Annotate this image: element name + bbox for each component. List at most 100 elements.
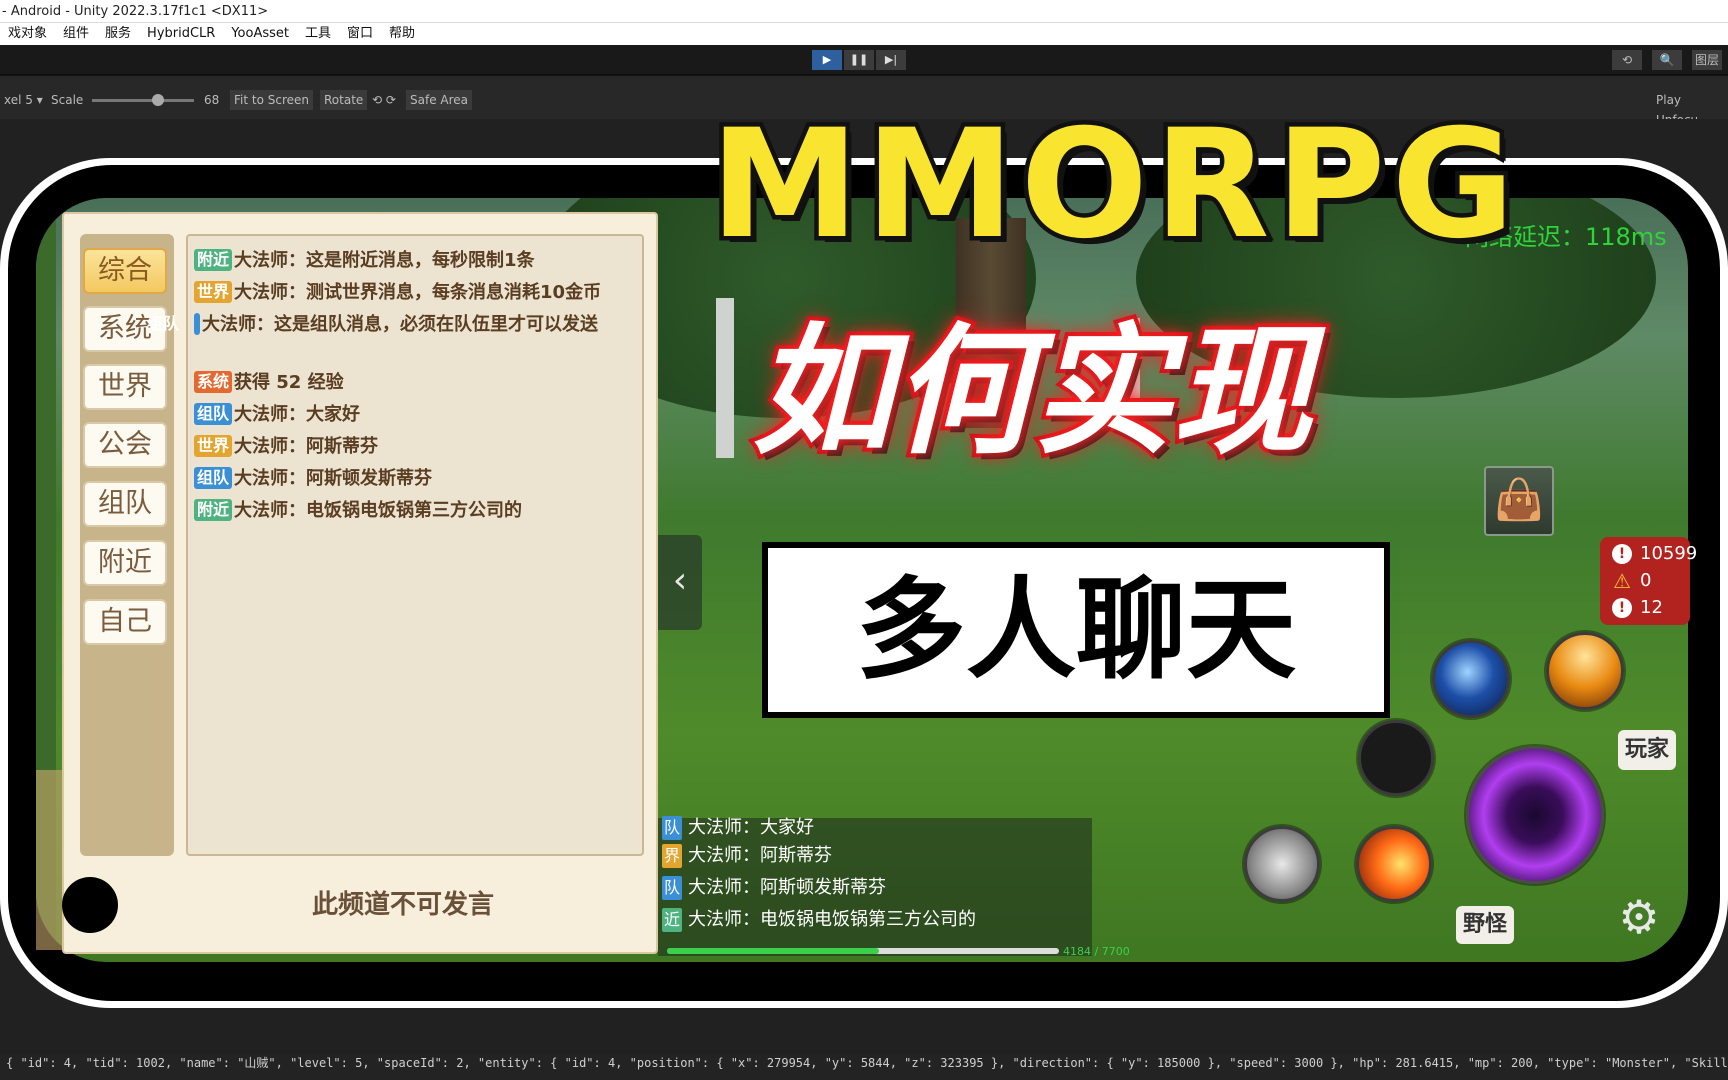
exception-count: 12 — [1640, 597, 1663, 618]
play-icon[interactable]: ▶ — [812, 50, 842, 70]
pause-icon[interactable]: ❚❚ — [844, 50, 874, 70]
message-text: 大法师：阿斯顿发斯蒂芬 — [234, 468, 433, 489]
channel-tab-self[interactable]: 自己 — [83, 599, 167, 645]
target-monster-button[interactable]: 野怪 — [1456, 906, 1514, 944]
chat-message: 附近 大法师：这是附近消息，每秒限制1条 — [194, 248, 634, 274]
device-dropdown[interactable]: xel 5 ▾ — [0, 90, 47, 110]
backpack-icon[interactable]: 👜 — [1484, 466, 1554, 536]
channel-tab-world[interactable]: 世界 — [83, 364, 167, 410]
rotate-button[interactable]: Rotate — [320, 90, 368, 110]
error-count: 10599 — [1640, 543, 1698, 564]
message-text: 大法师：这是附近消息，每秒限制1条 — [234, 250, 535, 271]
warning-count: 0 — [1640, 570, 1652, 591]
chat-message: 组队 大法师：阿斯顿发斯蒂芬 — [194, 466, 634, 492]
skill-glove-icon[interactable] — [1244, 826, 1320, 902]
mini-chat-line: 队大法师：大家好 — [662, 816, 814, 840]
warning-icon: ⚠ — [1613, 569, 1631, 593]
mini-tag-world: 界 — [662, 844, 683, 868]
chat-collapse-button[interactable]: ‹ — [658, 535, 702, 630]
mini-tag-team: 队 — [662, 876, 683, 900]
error-count-row: ! 10599 — [1612, 541, 1697, 567]
joystick-dot[interactable] — [62, 877, 118, 933]
warning-count-row: ⚠ 0 — [1612, 568, 1651, 594]
message-text: 大法师：电饭锅电饭锅第三方公司的 — [234, 500, 523, 521]
overlay-mmorpg-title: MMORPG — [706, 98, 1521, 272]
target-player-button[interactable]: 玩家 — [1618, 730, 1676, 770]
channel-tag-team: 组队 — [194, 467, 233, 489]
play-unfocused-toggle[interactable]: Play Unfocu — [1652, 90, 1728, 127]
play-controls: ▶ ❚❚ ▶| — [812, 50, 906, 70]
history-icon[interactable]: ⟲ — [1612, 50, 1642, 70]
search-icon[interactable]: 🔍 — [1652, 50, 1682, 70]
message-text: 大法师：测试世界消息，每条消息消耗10金币 — [234, 282, 602, 303]
unity-editor-window: - Android - Unity 2022.3.17f1c1 <DX11> 戏… — [0, 0, 1728, 1080]
mini-tag-team: 队 — [662, 816, 683, 840]
chat-panel: 综合 系统 世界 公会 组队 附近 自己 附近 大法师：这是附近消息，每秒限制1条… — [62, 212, 658, 954]
channel-tag-nearby: 附近 — [194, 499, 233, 521]
scale-label: Scale — [51, 93, 84, 107]
main-toolbar: ▶ ❚❚ ▶| ⟲ 🔍 图层 — [0, 45, 1728, 75]
scale-slider-thumb[interactable] — [152, 94, 164, 106]
channel-tab-team[interactable]: 组队 — [83, 481, 167, 527]
chat-message: 世界 大法师：测试世界消息，每条消息消耗10金币 — [194, 280, 634, 306]
xp-bar — [667, 948, 1059, 954]
birch-trunk — [716, 298, 734, 458]
menu-bar: 戏对象 组件 服务 HybridCLR YooAsset 工具 窗口 帮助 — [0, 23, 1728, 45]
no-speak-notice: 此频道不可发言 — [312, 890, 495, 920]
exception-icon: ! — [1612, 598, 1632, 618]
error-icon: ! — [1612, 544, 1632, 564]
channel-tag-team: 组队 — [194, 403, 233, 425]
menu-help[interactable]: 帮助 — [381, 23, 423, 45]
skill-light-icon[interactable] — [1546, 632, 1624, 710]
mini-tag-nearby: 近 — [662, 908, 683, 932]
overlay-chat-box: 多人聊天 — [762, 542, 1390, 718]
error-counter-panel[interactable]: ! 10599 ⚠ 0 ! 12 — [1600, 537, 1697, 625]
message-text: 大法师：阿斯蒂芬 — [234, 436, 379, 457]
channel-tab-nearby[interactable]: 附近 — [83, 540, 167, 586]
skill-empty-slot[interactable] — [1358, 720, 1434, 796]
console-status-line[interactable]: { "id": 4, "tid": 1002, "name": "山贼", "l… — [0, 1055, 1728, 1080]
channel-tag-system: 系统 — [194, 371, 233, 393]
channel-tab-guild[interactable]: 公会 — [83, 422, 167, 468]
safe-area-button[interactable]: Safe Area — [406, 90, 473, 110]
mini-chat-line: 队大法师：阿斯顿发斯蒂芬 — [662, 876, 886, 900]
mini-text: 大法师：阿斯蒂芬 — [688, 845, 833, 866]
attack-button-icon[interactable] — [1466, 746, 1604, 884]
rotate-icon[interactable]: ⟲ ⟳ — [368, 90, 400, 110]
mini-text: 大法师：阿斯顿发斯蒂芬 — [688, 877, 887, 898]
mini-chat-line: 界大法师：阿斯蒂芬 — [662, 844, 832, 868]
message-text: 获得 52 经验 — [234, 372, 344, 393]
scale-slider-track[interactable] — [92, 99, 194, 102]
mini-text: 大法师：电饭锅电饭锅第三方公司的 — [688, 909, 977, 930]
mini-chat[interactable]: 队大法师：大家好 界大法师：阿斯蒂芬 队大法师：阿斯顿发斯蒂芬 近大法师：电饭锅… — [658, 816, 1092, 956]
xp-text: 4184 / 7700 — [1063, 945, 1130, 958]
menu-component[interactable]: 组件 — [55, 23, 97, 45]
toolbar-right: ⟲ 🔍 图层 — [1612, 50, 1722, 70]
overlay-howto-title: 如何实现 — [748, 311, 1316, 474]
step-icon[interactable]: ▶| — [876, 50, 906, 70]
channel-tag-team: 组队 — [147, 313, 200, 335]
chat-message: 世界 大法师：阿斯蒂芬 — [194, 434, 634, 460]
fit-to-screen-button[interactable]: Fit to Screen — [230, 90, 313, 110]
channel-tab-all[interactable]: 综合 — [83, 248, 167, 294]
menu-gameobject[interactable]: 戏对象 — [0, 23, 55, 45]
menu-window[interactable]: 窗口 — [339, 23, 381, 45]
gear-icon[interactable]: ⚙ — [1616, 894, 1662, 940]
menu-yooasset[interactable]: YooAsset — [223, 23, 297, 45]
menu-hybridclr[interactable]: HybridCLR — [139, 23, 223, 45]
chat-message: 附近 大法师：电饭锅电饭锅第三方公司的 — [194, 498, 634, 524]
layers-dropdown[interactable]: 图层 — [1692, 50, 1722, 70]
channel-tag-world: 世界 — [194, 435, 233, 457]
overlay-chat-title: 多人聊天 — [856, 566, 1296, 694]
skill-ice-icon[interactable] — [1432, 640, 1510, 718]
mini-chat-line: 近大法师：电饭锅电饭锅第三方公司的 — [662, 908, 976, 932]
window-title: - Android - Unity 2022.3.17f1c1 <DX11> — [0, 0, 1728, 23]
menu-services[interactable]: 服务 — [97, 23, 139, 45]
mini-text: 大法师：大家好 — [688, 817, 815, 838]
channel-tag-nearby: 附近 — [194, 249, 233, 271]
chat-message: 系统 获得 52 经验 — [194, 370, 634, 396]
menu-tools[interactable]: 工具 — [297, 23, 339, 45]
skill-fireball-icon[interactable] — [1356, 826, 1432, 902]
exception-count-row: ! 12 — [1612, 595, 1663, 621]
message-list[interactable]: 附近 大法师：这是附近消息，每秒限制1条 世界 大法师：测试世界消息，每条消息消耗1… — [147, 234, 644, 856]
